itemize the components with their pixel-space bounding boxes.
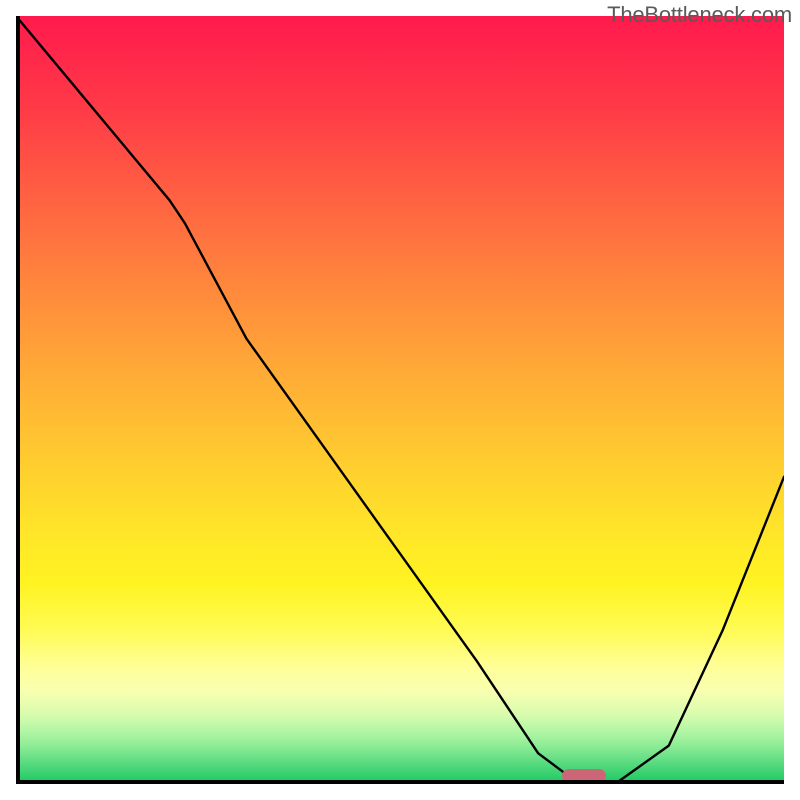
bottleneck-curve-path (16, 16, 784, 784)
plot-area (16, 16, 784, 784)
optimal-marker-pill (562, 769, 606, 783)
curve-svg (16, 16, 784, 784)
chart-container: TheBottleneck.com (0, 0, 800, 800)
watermark-label: TheBottleneck.com (607, 2, 792, 28)
